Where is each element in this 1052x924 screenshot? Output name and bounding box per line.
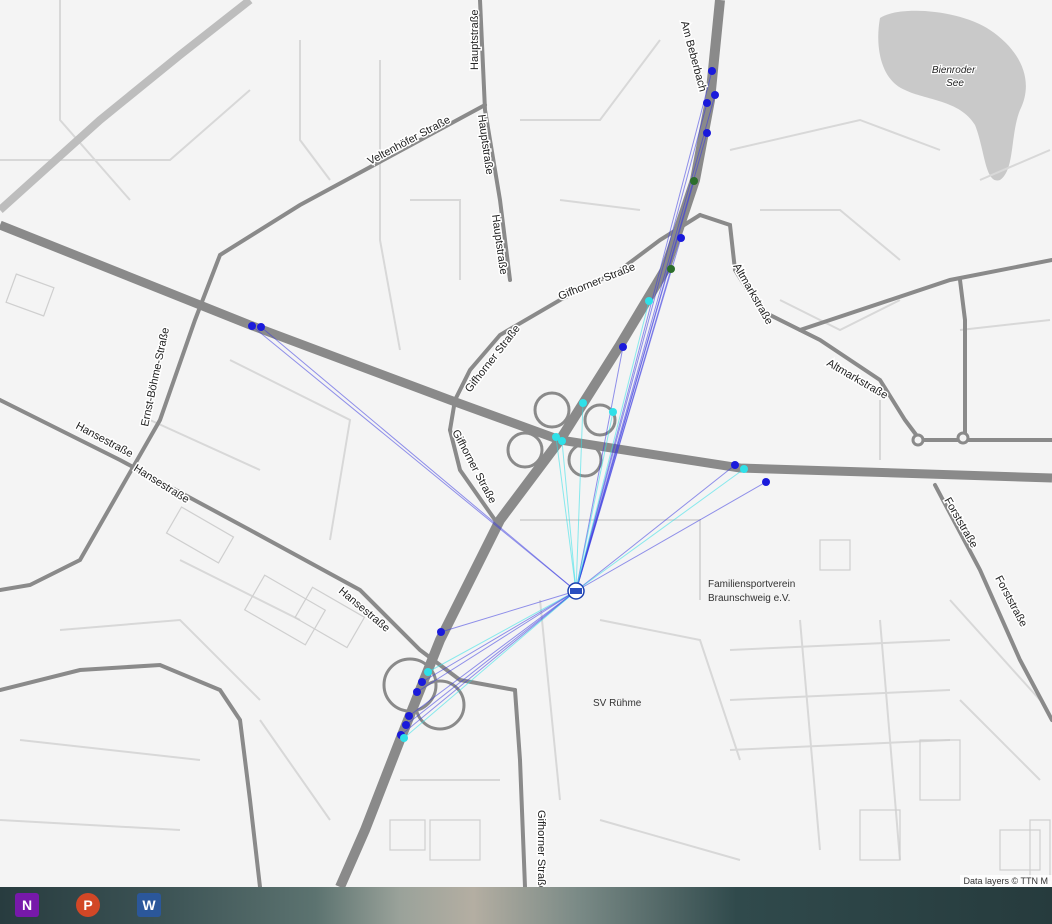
measurement-point[interactable] (731, 461, 739, 469)
measurement-point[interactable] (740, 465, 748, 473)
measurement-point[interactable] (437, 628, 445, 636)
measurement-point[interactable] (711, 91, 719, 99)
measurement-point[interactable] (762, 478, 770, 486)
measurement-point[interactable] (405, 712, 413, 720)
powerpoint-taskbar-button[interactable]: P (73, 891, 103, 919)
roundabout (911, 433, 925, 447)
measurement-point[interactable] (609, 408, 617, 416)
measurement-point[interactable] (579, 399, 587, 407)
measurement-point[interactable] (424, 668, 432, 676)
measurement-point[interactable] (257, 323, 265, 331)
street-label: Hauptstraße (469, 9, 481, 70)
measurement-point[interactable] (677, 234, 685, 242)
measurement-point[interactable] (708, 67, 716, 75)
map-canvas[interactable]: Veltenhöfer Straße Hauptstraße Hauptstra… (0, 0, 1052, 887)
word-taskbar-button[interactable]: W (134, 891, 164, 919)
gateway-marker[interactable] (567, 582, 585, 600)
measurement-point[interactable] (703, 129, 711, 137)
measurement-point[interactable] (645, 297, 653, 305)
measurement-point[interactable] (558, 437, 566, 445)
measurement-point[interactable] (402, 721, 410, 729)
measurement-point[interactable] (619, 343, 627, 351)
measurement-point[interactable] (413, 688, 421, 696)
measurement-point[interactable] (703, 99, 711, 107)
measurement-point[interactable] (400, 734, 408, 742)
onenote-taskbar-button[interactable]: N (12, 891, 42, 919)
word-icon: W (137, 893, 161, 917)
onenote-icon: N (15, 893, 39, 917)
map-attribution[interactable]: Data layers © TTN M (959, 875, 1052, 887)
powerpoint-icon: P (76, 893, 100, 917)
measurement-point[interactable] (248, 322, 256, 330)
taskbar: N P W (0, 887, 1052, 924)
measurement-point[interactable] (667, 265, 675, 273)
place-label-sv-ruhme: SV Rühme (593, 698, 642, 709)
measurement-point[interactable] (690, 177, 698, 185)
map-view[interactable]: Veltenhöfer Straße Hauptstraße Hauptstra… (0, 0, 1052, 887)
roundabout (956, 431, 970, 445)
measurement-point[interactable] (418, 678, 426, 686)
street-label: Gifhorner Straße (535, 810, 547, 887)
